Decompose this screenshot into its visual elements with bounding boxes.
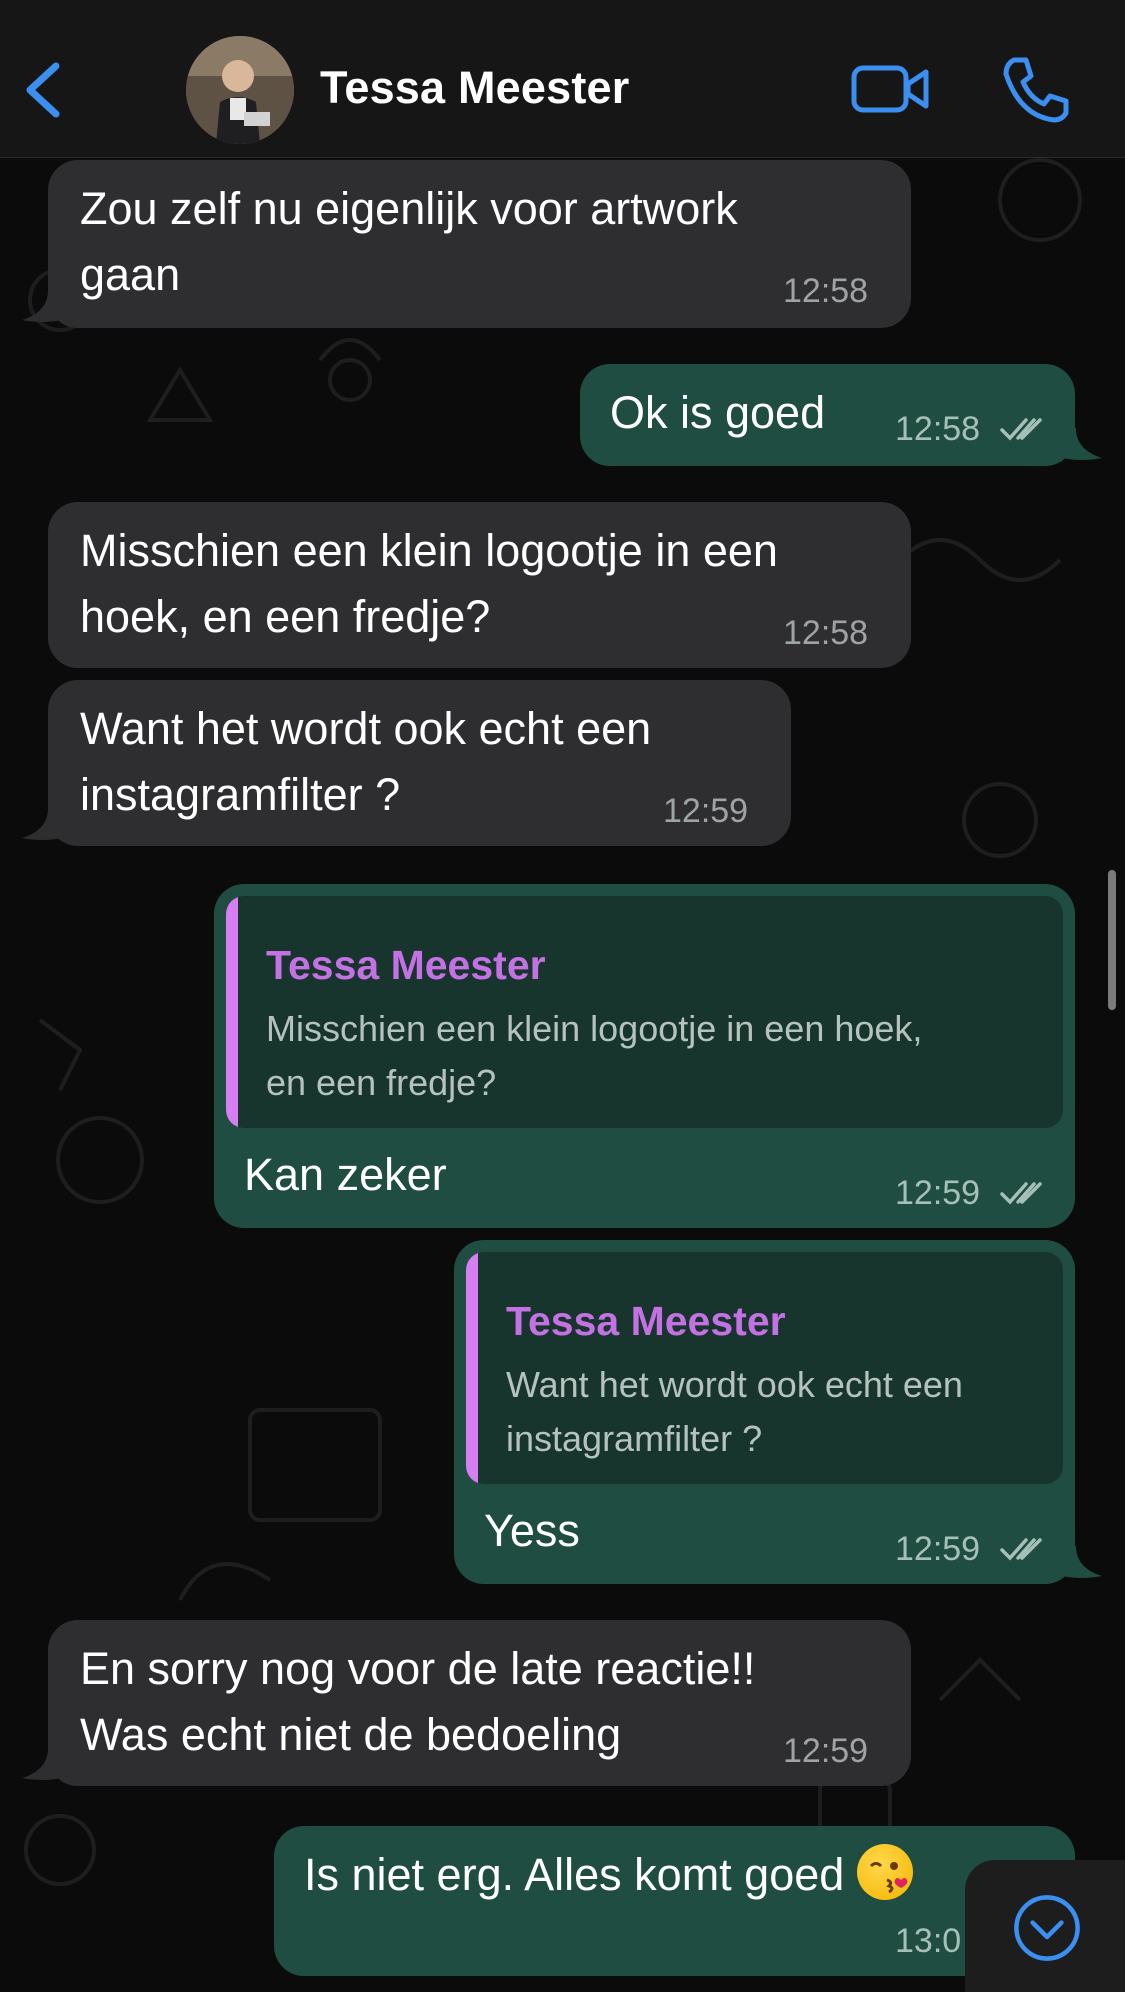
message-timestamp: 12:58	[783, 614, 869, 652]
scroll-indicator[interactable]	[1108, 870, 1116, 1010]
quote-accent-bar	[226, 896, 238, 1128]
quote-author: Tessa Meester	[506, 1298, 786, 1344]
message-bubble-outgoing-reply[interactable]: Tessa Meester Misschien een klein logoot…	[214, 884, 1075, 1228]
message-text: Misschien een klein logootje in een	[80, 525, 778, 576]
message-text: En sorry nog voor de late reactie!!	[80, 1643, 756, 1694]
bubble-tail	[1062, 1546, 1102, 1578]
quote-author: Tessa Meester	[266, 942, 546, 988]
message-timestamp: 12:59	[895, 1174, 981, 1212]
message-bubble-incoming[interactable]: En sorry nog voor de late reactie!! Was …	[48, 1620, 911, 1786]
message-bubble-incoming[interactable]: Zou zelf nu eigenlijk voor artwork gaan …	[48, 160, 911, 328]
quote-accent-bar	[466, 1252, 478, 1484]
message-text: Kan zeker	[244, 1149, 447, 1200]
message-timestamp: 12:58	[783, 272, 869, 310]
winking-kiss-emoji	[856, 1844, 913, 1900]
message-timestamp: 13:0	[895, 1922, 962, 1960]
chat-header: Tessa Meester	[0, 0, 1125, 158]
message-text: instagramfilter ?	[80, 769, 401, 820]
message-bubble-outgoing[interactable]: Ok is goed 12:58	[580, 364, 1075, 466]
message-timestamp: 12:59	[783, 1732, 869, 1770]
message-text-content: Is niet erg. Alles komt goed	[304, 1849, 845, 1900]
message-text: gaan	[80, 249, 181, 300]
contact-name[interactable]: Tessa Meester	[320, 62, 629, 114]
message-text: Ok is goed	[610, 387, 826, 438]
chevron-down-circle-icon	[1014, 1895, 1080, 1961]
quote-text: en een fredje?	[266, 1062, 497, 1103]
message-timestamp: 12:59	[663, 792, 749, 830]
scroll-to-bottom-button[interactable]	[965, 1860, 1125, 1992]
quote-text: Misschien een klein logootje in een hoek…	[266, 1008, 923, 1049]
message-bubble-outgoing-reply[interactable]: Tessa Meester Want het wordt ook echt ee…	[454, 1240, 1075, 1584]
message-text: Was echt niet de bedoeling	[80, 1709, 622, 1760]
quoted-message[interactable]: Tessa Meester Want het wordt ook echt ee…	[466, 1252, 1063, 1484]
message-timestamp: 12:59	[895, 1530, 981, 1568]
bubble-tail	[22, 1748, 62, 1780]
bubble-tail	[22, 290, 62, 322]
message-text: Zou zelf nu eigenlijk voor artwork	[80, 183, 738, 234]
phone-icon[interactable]	[1000, 54, 1070, 124]
video-camera-icon[interactable]	[850, 58, 930, 120]
bubble-tail	[22, 808, 62, 840]
message-timestamp: 12:58	[895, 410, 981, 448]
message-text: hoek, en een fredje?	[80, 591, 491, 642]
message-text: Want het wordt ook echt een	[80, 703, 652, 754]
quote-text: instagramfilter ?	[506, 1418, 763, 1459]
quote-text: Want het wordt ook echt een	[506, 1364, 963, 1405]
double-check-icon	[1000, 1538, 1042, 1561]
quoted-message[interactable]: Tessa Meester Misschien een klein logoot…	[226, 896, 1063, 1128]
message-text: Yess	[484, 1505, 580, 1556]
message-bubble-incoming[interactable]: Misschien een klein logootje in een hoek…	[48, 502, 911, 668]
avatar[interactable]	[186, 36, 294, 144]
message-text: Is niet erg. Alles komt goed	[304, 1842, 913, 1908]
double-check-icon	[1000, 1182, 1042, 1205]
double-check-icon	[1000, 418, 1042, 441]
bubble-tail	[1062, 428, 1102, 460]
chevron-left-icon[interactable]	[22, 62, 66, 118]
message-bubble-incoming[interactable]: Want het wordt ook echt een instagramfil…	[48, 680, 791, 846]
message-bubble-outgoing[interactable]: Is niet erg. Alles komt goed 13:0	[274, 1826, 1075, 1976]
